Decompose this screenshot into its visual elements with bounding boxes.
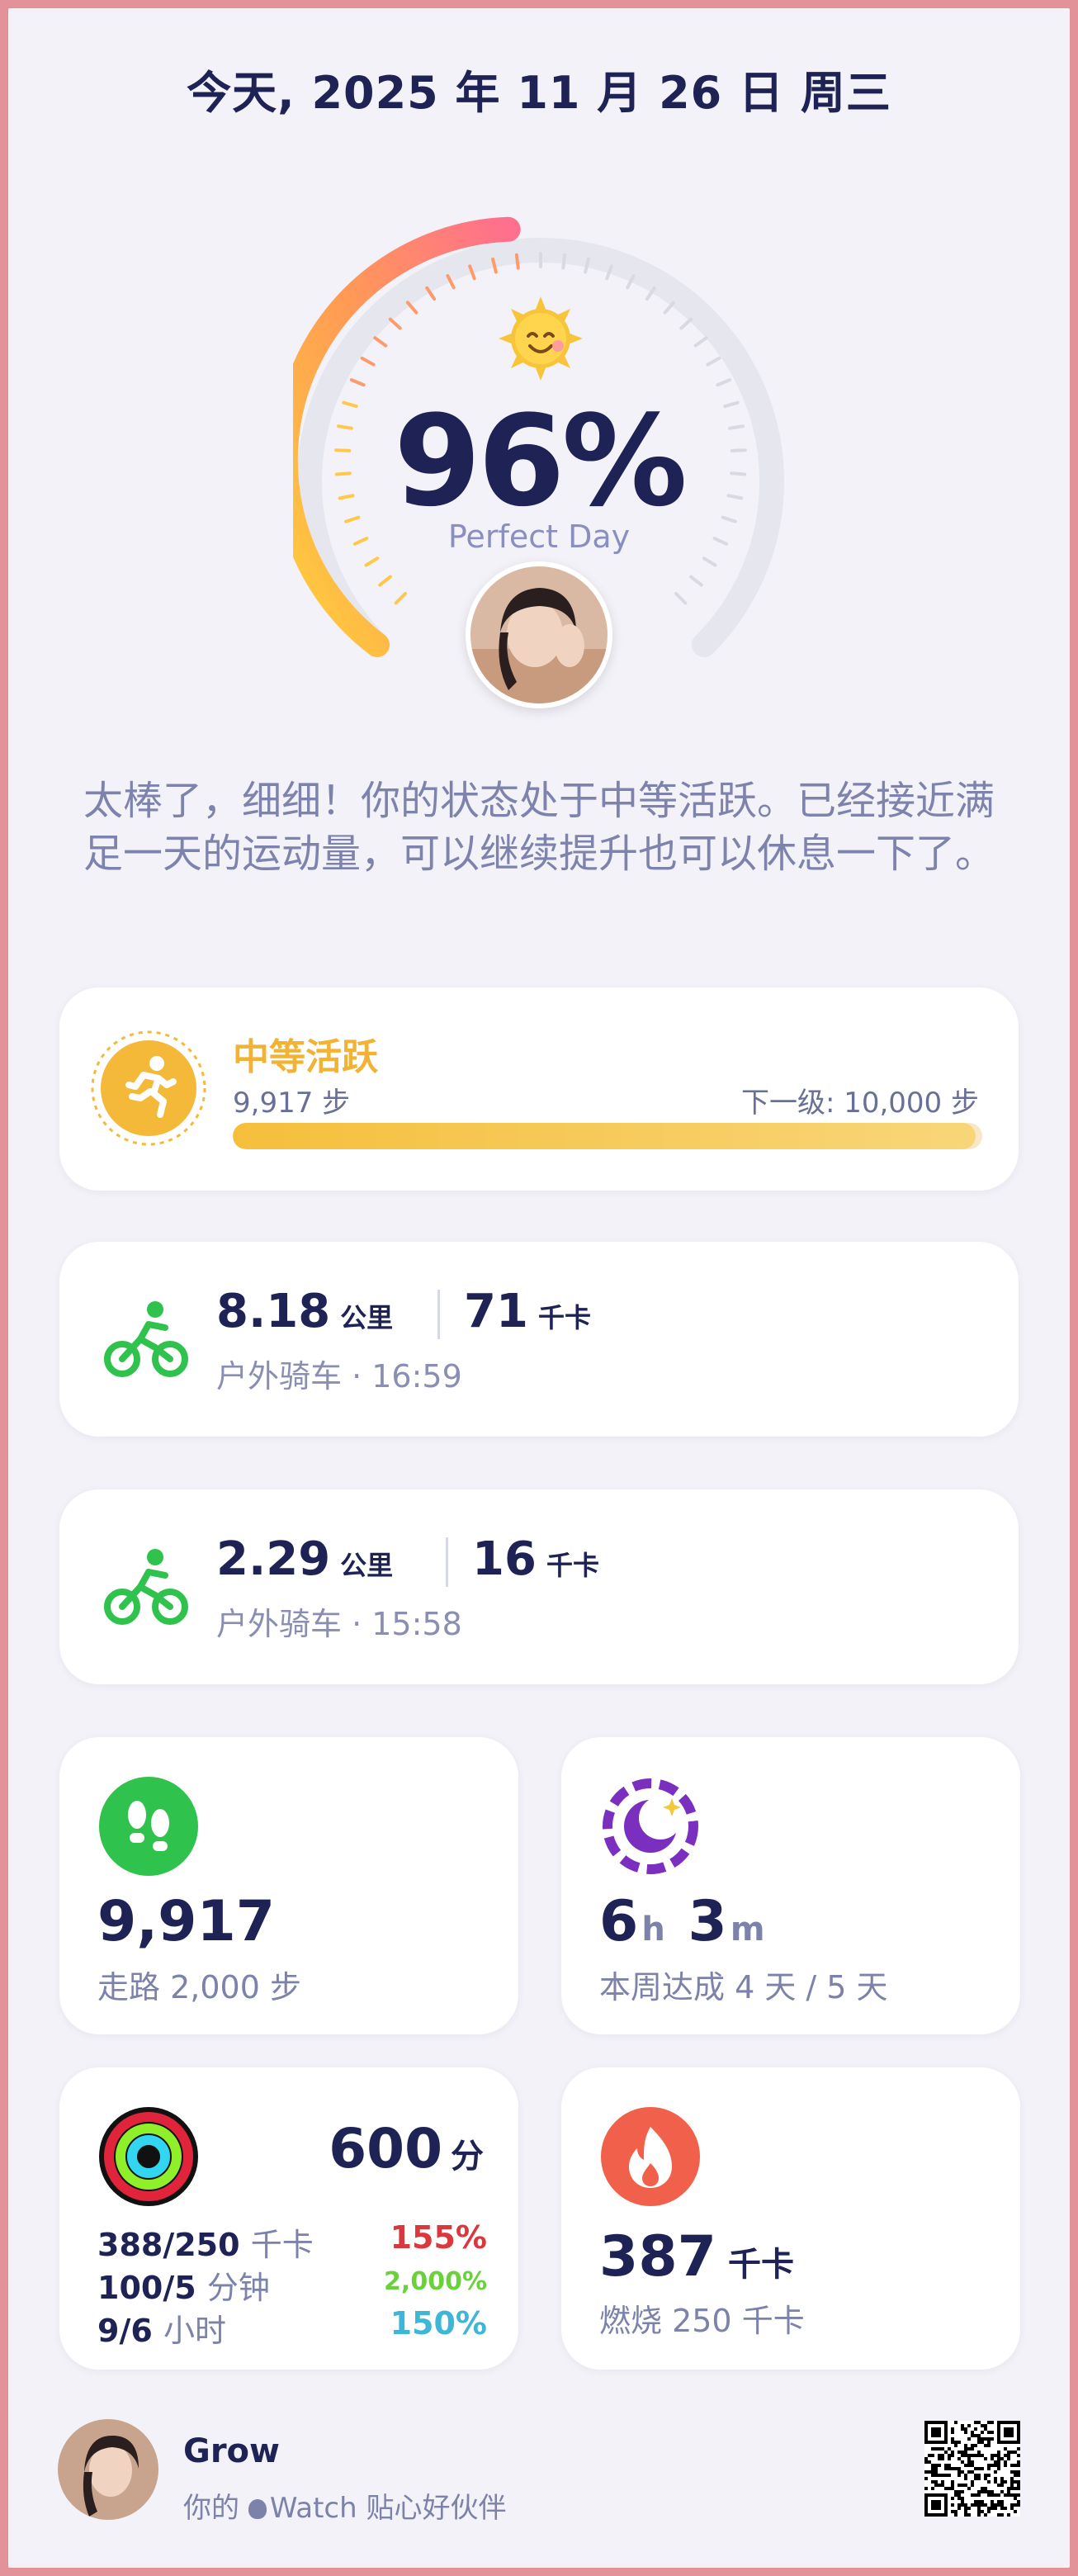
gauge-tick: [693, 336, 708, 348]
gauge-tick: [679, 317, 693, 330]
calories-value: 387 千卡: [599, 2224, 794, 2290]
activity-rings-icon: [99, 2107, 198, 2206]
score-label: Perfect Day: [447, 519, 631, 555]
gauge-tick: [394, 592, 407, 605]
ride-card[interactable]: 2.29 公里 16 千卡 户外骑车 · 15:58: [59, 1489, 1019, 1684]
ride-subtitle: 户外骑车 · 16:59: [216, 1358, 462, 1395]
calories-tile[interactable]: 387 千卡 燃烧 250 千卡: [561, 2067, 1020, 2370]
ride-calories: 71 千卡: [464, 1285, 591, 1338]
gauge-tick: [702, 556, 717, 567]
gauge-tick: [689, 575, 703, 587]
rings-stand-row: 9/6 小时 150%: [97, 2305, 487, 2349]
sleep-tile[interactable]: 6h 3m 本周达成 4 天 / 5 天: [561, 1737, 1020, 2034]
score-percent: 96%: [394, 388, 688, 534]
ride-divider: [446, 1537, 448, 1587]
footer-tagline: 你的 Watch 贴心好伙伴: [183, 2492, 507, 2525]
steps-subtitle: 走路 2,000 步: [97, 1969, 301, 2005]
running-icon: [91, 1030, 206, 1146]
cycling-icon: [104, 1301, 188, 1377]
ride-distance: 2.29 公里: [216, 1532, 394, 1586]
activity-rings-tile[interactable]: 600 分 388/250 千卡 155% 100/5 分钟 2,000% 9/6 小…: [59, 2067, 518, 2370]
ride-distance: 8.18 公里: [216, 1285, 394, 1338]
steps-tile[interactable]: 9,917 走路 2,000 步: [59, 1737, 518, 2034]
gauge-tick: [349, 378, 366, 387]
flame-icon: [601, 2107, 700, 2206]
ride-calories: 16 千卡: [472, 1532, 599, 1586]
gauge-tick: [360, 356, 376, 367]
gauge-tick: [364, 556, 380, 567]
sleep-duration: 6h 3m: [599, 1889, 765, 1954]
footer-avatar[interactable]: [58, 2419, 158, 2520]
avatar[interactable]: [466, 561, 612, 708]
activity-level-steps: 9,917 步: [233, 1087, 351, 1120]
activity-level-card[interactable]: 中等活跃 9,917 步 下一级: 10,000 步: [59, 987, 1019, 1191]
apple-logo-icon: [248, 2499, 267, 2519]
qr-code-icon[interactable]: [924, 2421, 1020, 2517]
sleep-subtitle: 本周达成 4 天 / 5 天: [599, 1969, 888, 2005]
rings-total: 600 分: [329, 2117, 484, 2181]
activity-progress-bar: [233, 1123, 982, 1149]
steps-value: 9,917: [97, 1889, 276, 1954]
rings-exercise-row: 100/5 分钟 2,000%: [97, 2267, 487, 2306]
status-message: 太棒了，细细！你的状态处于中等活跃。已经接近满足一天的运动量，可以继续提升也可以…: [83, 778, 995, 877]
gauge-tick: [706, 356, 721, 367]
ride-card[interactable]: 8.18 公里 71 千卡 户外骑车 · 16:59: [59, 1242, 1019, 1437]
activity-level-title: 中等活跃: [233, 1036, 378, 1078]
activity-level-next: 下一级: 10,000 步: [740, 1087, 979, 1120]
gauge-tick: [674, 592, 688, 605]
gauge-tick: [716, 378, 732, 387]
date-header: 今天, 2025 年 11 月 26 日 周三: [187, 67, 891, 119]
footer-name: Grow: [183, 2432, 280, 2470]
avatar-photo: [470, 566, 608, 703]
gauge-tick: [378, 575, 392, 587]
footsteps-icon: [99, 1777, 198, 1876]
ride-divider: [437, 1290, 440, 1339]
calories-subtitle: 燃烧 250 千卡: [599, 2303, 805, 2339]
gauge-tick: [561, 253, 567, 270]
footer-avatar-photo: [58, 2419, 158, 2520]
gauge-tick: [388, 317, 402, 330]
rings-move-row: 388/250 千卡 155%: [97, 2219, 487, 2263]
sun-smile-icon: [499, 296, 583, 381]
ride-subtitle: 户外骑车 · 15:58: [216, 1606, 462, 1642]
gauge-tick: [373, 336, 388, 348]
gauge-tick: [514, 253, 520, 270]
cycling-icon: [104, 1549, 188, 1625]
activity-progress-fill: [233, 1123, 976, 1149]
sleep-moon-icon: [603, 1778, 698, 1874]
